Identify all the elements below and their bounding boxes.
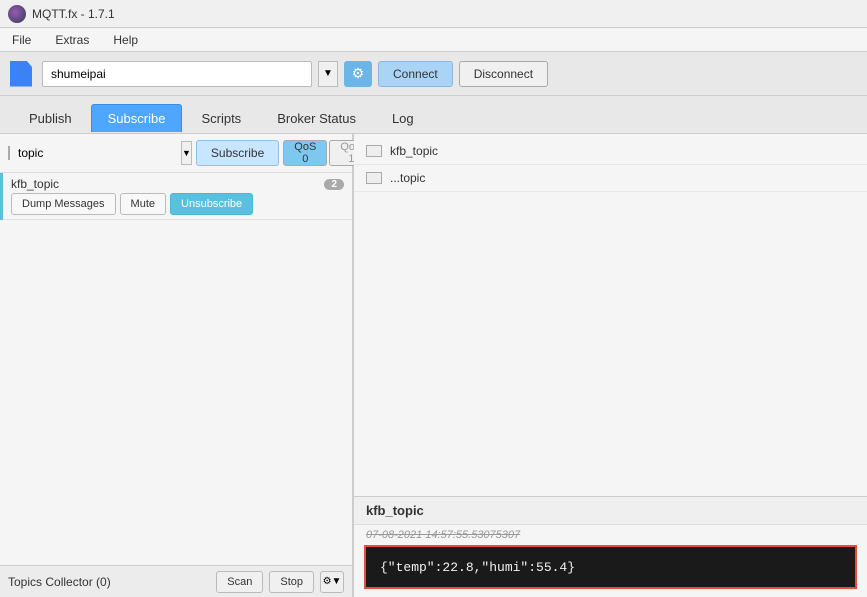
msg-topic-item-1[interactable]: ...topic — [354, 165, 867, 192]
message-list: kfb_topic ...topic — [354, 134, 867, 496]
subscription-list: kfb_topic 2 Dump Messages Mute Unsubscri… — [0, 173, 352, 565]
msg-topic-icon-0 — [366, 145, 382, 157]
topic-input[interactable] — [14, 141, 177, 165]
right-panel: kfb_topic ...topic kfb_topic 07-08-2021 … — [354, 134, 867, 597]
menu-file[interactable]: File — [8, 31, 35, 49]
left-panel: ▼ Subscribe QoS 0 QoS 1 QoS 2 kfb_topic … — [0, 134, 354, 597]
topic-bar: ▼ Subscribe QoS 0 QoS 1 QoS 2 — [0, 134, 352, 173]
menu-extras[interactable]: Extras — [51, 31, 93, 49]
broker-file-icon — [10, 61, 32, 87]
tab-broker-status[interactable]: Broker Status — [260, 104, 373, 132]
sub-item-kfb-topic: kfb_topic 2 Dump Messages Mute Unsubscri… — [3, 173, 352, 220]
collector-label: Topics Collector (0) — [8, 575, 210, 589]
stop-button[interactable]: Stop — [269, 571, 314, 593]
tab-bar: Publish Subscribe Scripts Broker Status … — [0, 96, 867, 134]
detail-payload: {"temp":22.8,"humi":55.4} — [364, 545, 857, 589]
tab-publish[interactable]: Publish — [12, 104, 89, 132]
app-title: MQTT.fx - 1.7.1 — [32, 7, 115, 21]
sub-item-name: kfb_topic — [11, 177, 59, 191]
unsubscribe-button[interactable]: Unsubscribe — [170, 193, 253, 215]
msg-topic-item-0[interactable]: kfb_topic — [354, 138, 867, 165]
broker-dropdown-btn[interactable]: ▼ — [318, 61, 338, 87]
topic-folder-icon — [8, 146, 10, 160]
menu-help[interactable]: Help — [109, 31, 142, 49]
mute-button[interactable]: Mute — [120, 193, 166, 215]
scan-button[interactable]: Scan — [216, 571, 263, 593]
dump-messages-button[interactable]: Dump Messages — [11, 193, 116, 215]
title-bar: MQTT.fx - 1.7.1 — [0, 0, 867, 28]
topic-dropdown-btn[interactable]: ▼ — [181, 141, 192, 165]
disconnect-button[interactable]: Disconnect — [459, 61, 548, 87]
broker-input[interactable] — [42, 61, 312, 87]
main-content: ▼ Subscribe QoS 0 QoS 1 QoS 2 kfb_topic … — [0, 134, 867, 597]
sub-item-header: kfb_topic 2 — [11, 177, 344, 191]
subscription-item: kfb_topic 2 Dump Messages Mute Unsubscri… — [0, 173, 352, 220]
sub-item-controls: Dump Messages Mute Unsubscribe — [11, 193, 344, 215]
app-icon — [8, 5, 26, 23]
detail-header: kfb_topic — [354, 497, 867, 525]
detail-timestamp: 07-08-2021 14:57:55.53075307 — [354, 525, 867, 545]
tab-log[interactable]: Log — [375, 104, 431, 132]
collector-settings-button[interactable]: ⚙▼ — [320, 571, 344, 593]
subscribe-button[interactable]: Subscribe — [196, 140, 279, 166]
msg-topic-name-1: ...topic — [390, 171, 425, 185]
msg-topic-name-0: kfb_topic — [390, 144, 438, 158]
sub-indicator — [0, 173, 3, 220]
connection-bar: ▼ ⚙ Connect Disconnect — [0, 52, 867, 96]
qos0-button[interactable]: QoS 0 — [283, 140, 327, 166]
sub-item-badge: 2 — [324, 179, 344, 190]
msg-topic-icon-1 — [366, 172, 382, 184]
message-detail: kfb_topic 07-08-2021 14:57:55.53075307 {… — [354, 496, 867, 597]
menu-bar: File Extras Help — [0, 28, 867, 52]
tab-subscribe[interactable]: Subscribe — [91, 104, 183, 132]
tab-scripts[interactable]: Scripts — [184, 104, 258, 132]
connect-button[interactable]: Connect — [378, 61, 453, 87]
topics-collector: Topics Collector (0) Scan Stop ⚙▼ — [0, 565, 352, 597]
gear-button[interactable]: ⚙ — [344, 61, 372, 87]
